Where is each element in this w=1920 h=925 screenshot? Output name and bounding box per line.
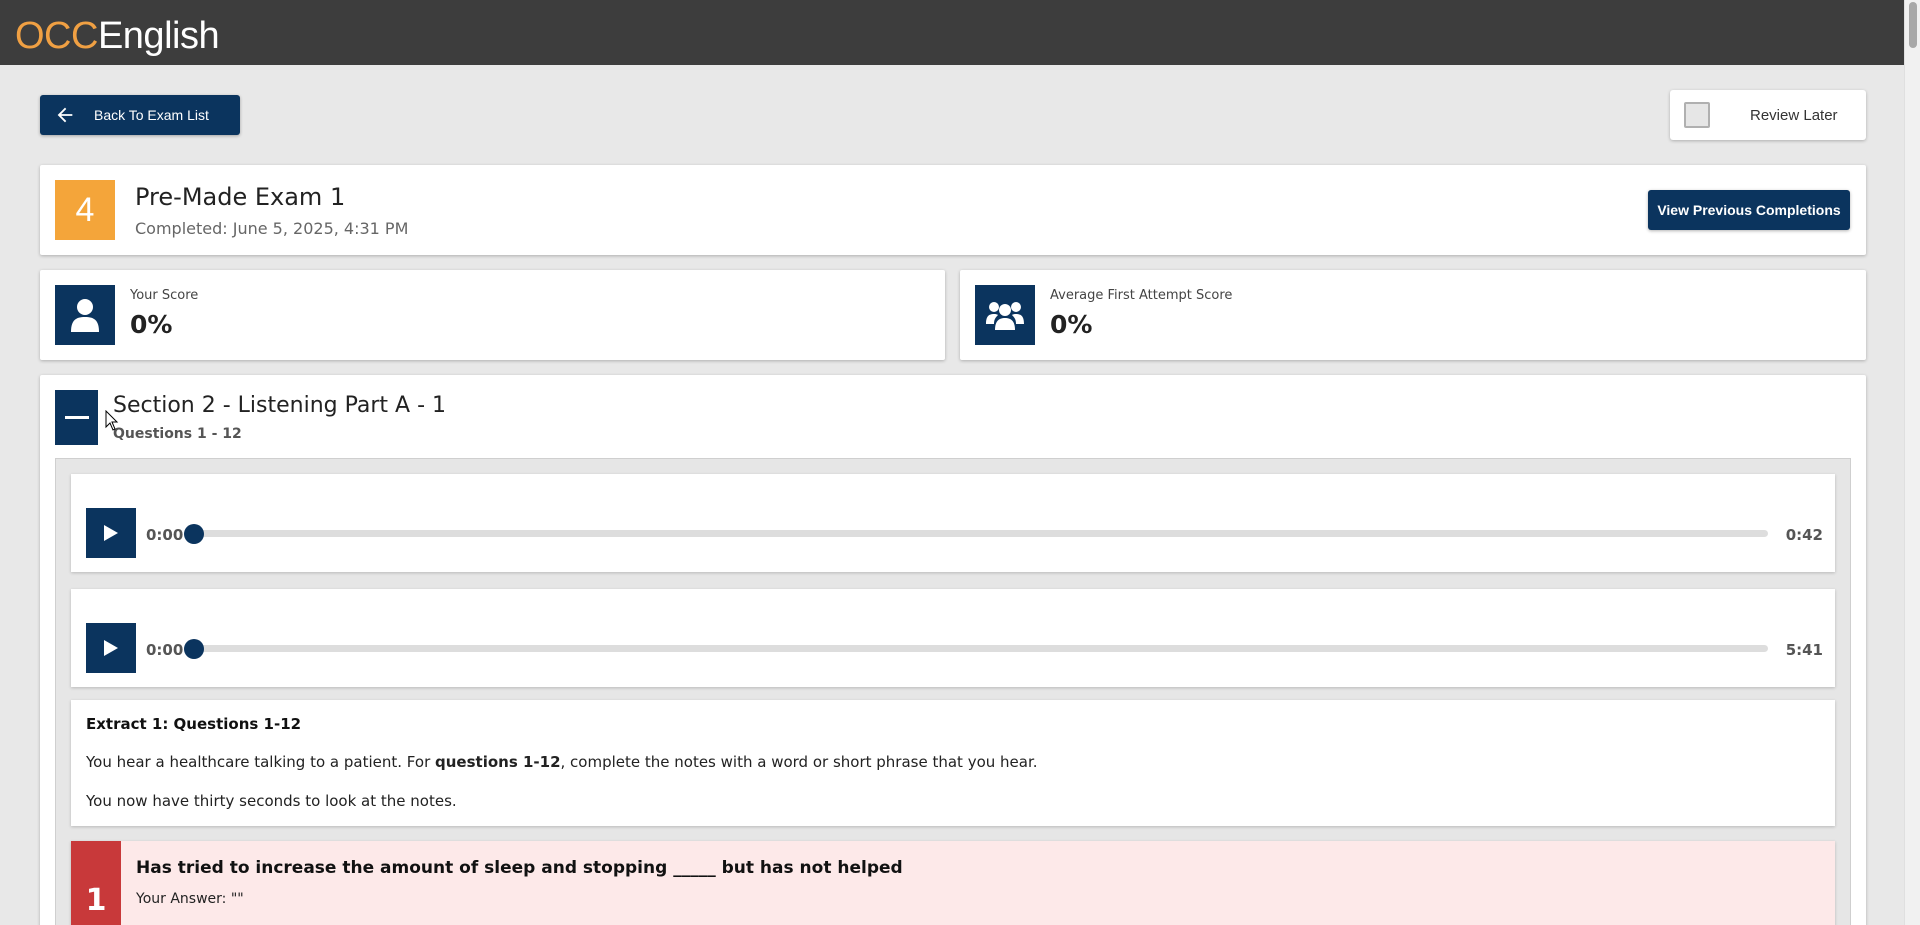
audio-seek-bar[interactable]	[194, 530, 1768, 537]
question-item: 1 Has tried to increase the amount of sl…	[71, 841, 1835, 925]
scrollbar-thumb[interactable]	[1909, 2, 1917, 48]
question-answer: Your Answer: ""	[136, 891, 244, 907]
instruction-text: You hear a healthcare talking to a patie…	[86, 753, 435, 771]
average-score-card: Average First Attempt Score 0%	[960, 270, 1866, 360]
play-button[interactable]	[86, 623, 136, 673]
current-time: 0:00	[146, 641, 184, 659]
arrow-left-icon	[57, 107, 73, 123]
instruction-bold: questions 1-12	[435, 753, 561, 771]
review-later-label: Review Later	[1750, 106, 1838, 124]
total-time: 0:42	[1785, 526, 1823, 544]
audio-seek-handle[interactable]	[184, 639, 204, 659]
logo-occ: OCC	[15, 15, 98, 57]
average-score-value: 0%	[1050, 310, 1093, 339]
audio-player: 0:00 0:42	[71, 474, 1835, 572]
section-question-range: Questions 1 - 12	[113, 426, 242, 442]
minus-icon	[64, 416, 89, 419]
section-content: 0:00 0:42 0:00 5:41 Extract 1: Questions…	[55, 458, 1851, 925]
user-icon	[55, 285, 115, 345]
page-scrollbar[interactable]	[1904, 0, 1920, 925]
back-to-exam-list-button[interactable]: Back To Exam List	[40, 95, 240, 135]
exam-completed-date: Completed: June 5, 2025, 4:31 PM	[135, 219, 409, 238]
logo[interactable]: OCCEnglish	[15, 14, 220, 58]
audio-seek-bar[interactable]	[194, 645, 1768, 652]
view-previous-completions-button[interactable]: View Previous Completions	[1648, 190, 1850, 230]
extract-title: Extract 1: Questions 1-12	[86, 715, 302, 733]
exam-number-badge: 4	[55, 180, 115, 240]
audio-player: 0:00 5:41	[71, 589, 1835, 687]
extract-note-line: You now have thirty seconds to look at t…	[86, 792, 457, 810]
logo-english: English	[97, 15, 220, 57]
play-icon	[104, 640, 118, 656]
your-score-card: Your Score 0%	[40, 270, 945, 360]
extract-instruction-line: You hear a healthcare talking to a patie…	[86, 753, 1820, 771]
mouse-cursor-icon	[105, 410, 119, 431]
collapse-section-button[interactable]	[55, 390, 98, 445]
exam-title: Pre-Made Exam 1	[135, 183, 346, 211]
your-score-label: Your Score	[130, 288, 199, 303]
your-score-value: 0%	[130, 310, 173, 339]
exam-header-card: 4 Pre-Made Exam 1 Completed: June 5, 202…	[40, 165, 1866, 255]
play-icon	[104, 525, 118, 541]
play-button[interactable]	[86, 508, 136, 558]
users-group-icon	[975, 285, 1035, 345]
review-later-checkbox[interactable]	[1684, 102, 1710, 128]
review-later-toggle[interactable]: Review Later	[1670, 90, 1866, 140]
section-title: Section 2 - Listening Part A - 1	[113, 393, 446, 418]
average-score-label: Average First Attempt Score	[1050, 288, 1233, 303]
top-bar: OCCEnglish	[0, 0, 1920, 65]
audio-seek-handle[interactable]	[184, 524, 204, 544]
section-card: Section 2 - Listening Part A - 1 Questio…	[40, 375, 1866, 925]
question-text: Has tried to increase the amount of slee…	[136, 858, 903, 878]
total-time: 5:41	[1785, 641, 1823, 659]
question-number-badge: 1	[71, 841, 121, 925]
back-button-label: Back To Exam List	[94, 107, 209, 123]
extract-instructions: Extract 1: Questions 1-12 You hear a hea…	[71, 700, 1835, 826]
current-time: 0:00	[146, 526, 184, 544]
instruction-text: , complete the notes with a word or shor…	[560, 753, 1038, 771]
